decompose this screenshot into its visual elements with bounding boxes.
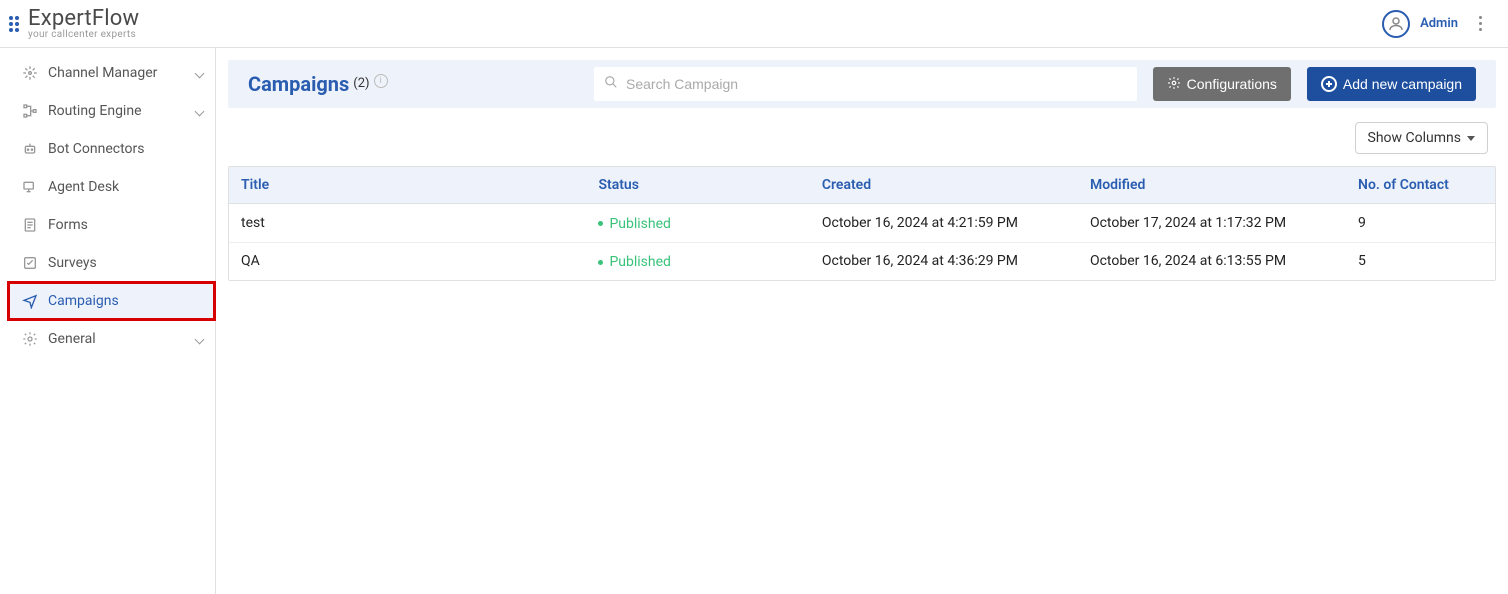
logo-dots-icon bbox=[8, 15, 26, 33]
sidebar-item-forms[interactable]: Forms bbox=[8, 206, 215, 244]
forms-icon bbox=[20, 217, 40, 233]
caret-down-icon bbox=[1467, 136, 1475, 141]
col-header-contacts[interactable]: No. of Contact bbox=[1346, 167, 1495, 204]
kebab-menu-icon[interactable] bbox=[1468, 12, 1492, 36]
gear-icon bbox=[20, 331, 40, 347]
main-layout: Channel Manager Routing Engine Bot Conne… bbox=[0, 48, 1508, 594]
chevron-down-icon bbox=[196, 65, 203, 81]
top-right: Admin bbox=[1382, 10, 1492, 38]
plus-circle-icon bbox=[1321, 76, 1337, 92]
cell-contacts: 5 bbox=[1346, 242, 1495, 280]
sidebar-item-routing-engine[interactable]: Routing Engine bbox=[8, 92, 215, 130]
sidebar-item-label: Agent Desk bbox=[48, 179, 203, 195]
chevron-down-icon bbox=[196, 103, 203, 119]
button-label: Add new campaign bbox=[1343, 76, 1462, 92]
search-icon bbox=[604, 75, 618, 93]
sidebar-item-surveys[interactable]: Surveys bbox=[8, 244, 215, 282]
agent-desk-icon bbox=[20, 179, 40, 195]
cell-modified: October 16, 2024 at 6:13:55 PM bbox=[1078, 242, 1346, 280]
show-columns-dropdown[interactable]: Show Columns bbox=[1355, 122, 1488, 154]
cell-created: October 16, 2024 at 4:36:29 PM bbox=[810, 242, 1078, 280]
table-row[interactable]: QA Published October 16, 2024 at 4:36:29… bbox=[229, 242, 1495, 280]
chevron-down-icon bbox=[196, 331, 203, 347]
cell-contacts: 9 bbox=[1346, 204, 1495, 243]
col-header-status[interactable]: Status bbox=[586, 167, 809, 204]
col-header-modified[interactable]: Modified bbox=[1078, 167, 1346, 204]
page-title-wrap: Campaigns (2) i bbox=[248, 72, 578, 96]
cell-title: test bbox=[229, 204, 586, 243]
table-row[interactable]: test Published October 16, 2024 at 4:21:… bbox=[229, 204, 1495, 243]
logo-word-1: Expert bbox=[28, 6, 92, 31]
campaign-table: Title Status Created Modified No. of Con… bbox=[228, 166, 1496, 281]
col-header-created[interactable]: Created bbox=[810, 167, 1078, 204]
sidebar-item-label: General bbox=[48, 331, 196, 347]
sidebar-item-label: Campaigns bbox=[48, 293, 203, 309]
sidebar-item-bot-connectors[interactable]: Bot Connectors bbox=[8, 130, 215, 168]
logo-text: ExpertFlow your callcenter experts bbox=[28, 8, 139, 40]
page-header: Campaigns (2) i Configurations Add new c… bbox=[228, 60, 1496, 108]
logo[interactable]: ExpertFlow your callcenter experts bbox=[8, 8, 139, 40]
sidebar-item-channel-manager[interactable]: Channel Manager bbox=[8, 54, 215, 92]
gear-icon bbox=[1167, 76, 1181, 93]
sidebar-item-general[interactable]: General bbox=[8, 320, 215, 358]
toolbar-row: Show Columns bbox=[216, 108, 1508, 162]
configurations-button[interactable]: Configurations bbox=[1153, 67, 1291, 101]
col-header-title[interactable]: Title bbox=[229, 167, 586, 204]
search-box[interactable] bbox=[594, 67, 1137, 101]
sidebar-item-label: Forms bbox=[48, 217, 203, 233]
table-header-row: Title Status Created Modified No. of Con… bbox=[229, 167, 1495, 204]
avatar-icon[interactable] bbox=[1382, 10, 1410, 38]
cell-status: Published bbox=[586, 204, 809, 243]
logo-subtitle: your callcenter experts bbox=[28, 30, 139, 40]
top-bar: ExpertFlow your callcenter experts Admin bbox=[0, 0, 1508, 48]
sidebar-item-label: Routing Engine bbox=[48, 103, 196, 119]
cell-modified: October 17, 2024 at 1:17:32 PM bbox=[1078, 204, 1346, 243]
sidebar: Channel Manager Routing Engine Bot Conne… bbox=[8, 48, 216, 594]
surveys-icon bbox=[20, 255, 40, 271]
routing-engine-icon bbox=[20, 103, 40, 119]
info-icon[interactable]: i bbox=[374, 74, 388, 88]
sidebar-item-campaigns[interactable]: Campaigns bbox=[8, 282, 215, 320]
cell-created: October 16, 2024 at 4:21:59 PM bbox=[810, 204, 1078, 243]
dropdown-label: Show Columns bbox=[1368, 130, 1461, 146]
page-count: (2) bbox=[353, 76, 369, 91]
campaigns-icon bbox=[20, 293, 40, 309]
search-input[interactable] bbox=[626, 76, 1127, 92]
channel-manager-icon bbox=[20, 65, 40, 81]
main-content: Campaigns (2) i Configurations Add new c… bbox=[216, 48, 1508, 594]
add-campaign-button[interactable]: Add new campaign bbox=[1307, 67, 1476, 101]
status-badge: Published bbox=[598, 216, 670, 232]
cell-status: Published bbox=[586, 242, 809, 280]
page-title: Campaigns bbox=[248, 72, 349, 96]
user-name[interactable]: Admin bbox=[1420, 16, 1458, 31]
status-badge: Published bbox=[598, 254, 670, 270]
logo-word-2: Flow bbox=[92, 6, 139, 31]
sidebar-item-agent-desk[interactable]: Agent Desk bbox=[8, 168, 215, 206]
bot-icon bbox=[20, 141, 40, 157]
button-label: Configurations bbox=[1187, 76, 1277, 92]
sidebar-item-label: Surveys bbox=[48, 255, 203, 271]
sidebar-item-label: Bot Connectors bbox=[48, 141, 203, 157]
sidebar-item-label: Channel Manager bbox=[48, 65, 196, 81]
cell-title: QA bbox=[229, 242, 586, 280]
